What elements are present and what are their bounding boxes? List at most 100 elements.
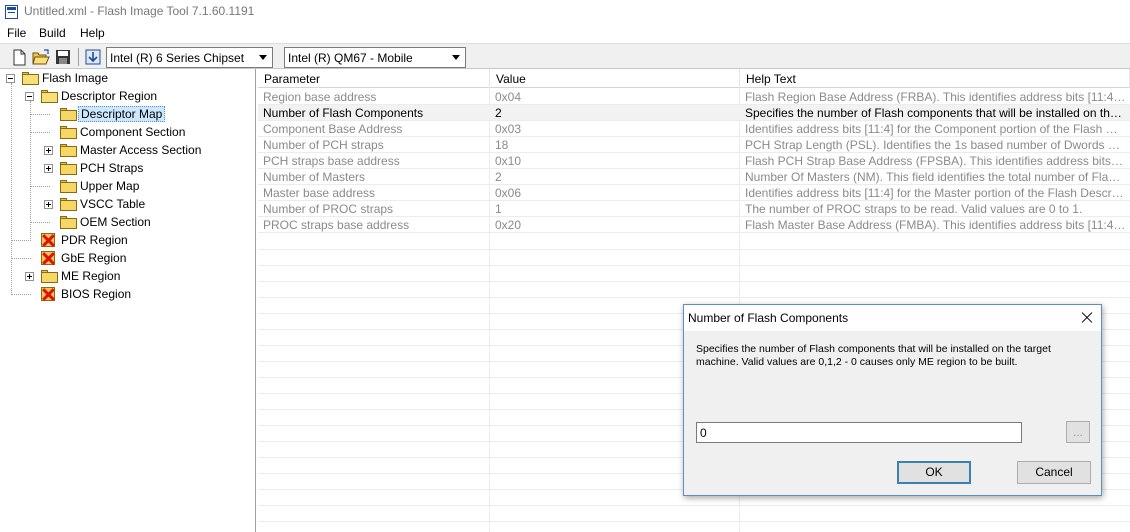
open-file-button[interactable] [31,47,51,67]
folder-icon [60,162,77,175]
value-input[interactable] [698,424,1020,441]
tree-connector [30,101,31,241]
expand-icon[interactable] [44,146,53,155]
menu-file[interactable]: File [7,26,26,40]
cell-value: 18 [495,138,509,152]
grid-line [258,281,1130,282]
grid-header: Parameter Value Help Text [258,69,1130,88]
tree-connector [30,132,50,133]
expand-icon[interactable] [44,164,53,173]
menu-bar: File Build Help [0,24,1130,43]
cell-value: 0x10 [495,154,522,168]
cell-help-text: PCH Strap Length (PSL). Identifies the 1… [745,138,1126,152]
cell-value: 2 [495,170,502,184]
toolbar: Intel (R) 6 Series Chipset Intel (R) QM6… [0,43,1130,69]
tree-connector [11,83,12,295]
new-file-icon [13,49,26,66]
cell-value: 0x06 [495,186,522,200]
cell-parameter: PCH straps base address [263,154,400,168]
folder-open-icon [41,90,58,103]
column-header-help-text[interactable]: Help Text [740,69,1130,88]
dialog-description-line: machine. Valid values are 0,1,2 - 0 caus… [696,356,1018,368]
sku-select-value: Intel (R) QM67 - Mobile [288,51,413,65]
folder-open-icon [22,72,39,85]
cell-value: 0x20 [495,218,522,232]
cell-value: 1 [495,202,502,216]
cell-value: 2 [495,106,502,120]
cell-parameter: Number of Masters [263,170,366,184]
cell-help-text: Specifies the number of Flash components… [745,106,1126,120]
save-button[interactable] [53,47,73,67]
value-input-box[interactable] [696,422,1022,443]
cell-value: 0x03 [495,122,522,136]
cell-parameter: Region base address [263,90,377,104]
tree-item-label: ME Region [61,269,121,283]
table-row[interactable]: PCH straps base address 0x10 Flash PCH S… [258,153,1130,169]
tree-connector [30,186,50,187]
tree-item-label: PCH Straps [80,161,144,175]
cell-help-text: Number Of Masters (NM). This field ident… [745,170,1126,184]
table-row[interactable]: Number of Flash Components 2 Specifies t… [258,105,1130,121]
column-header-parameter[interactable]: Parameter [258,69,490,88]
new-file-button[interactable] [9,47,29,67]
chipset-select-value: Intel (R) 6 Series Chipset [110,51,245,65]
disabled-region-icon [41,233,55,247]
folder-icon [41,270,58,283]
collapse-icon[interactable] [6,74,15,83]
expand-icon[interactable] [25,272,34,281]
cell-value: 0x04 [495,90,522,104]
tree-connector [11,258,31,259]
table-row[interactable]: Component Base Address 0x03 Identifies a… [258,121,1130,137]
open-folder-icon [32,49,50,65]
table-row[interactable]: Number of PCH straps 18 PCH Strap Length… [258,137,1130,153]
cell-parameter: Number of Flash Components [263,106,424,120]
chevron-down-icon[interactable] [255,48,272,67]
build-image-button[interactable] [83,47,103,67]
tree-item-label: VSCC Table [80,197,146,211]
table-row[interactable]: Number of Masters 2 Number Of Masters (N… [258,169,1130,185]
collapse-icon[interactable] [25,92,34,101]
grid-line [258,505,1130,506]
tree-item-label: Component Section [80,125,186,139]
menu-help[interactable]: Help [80,26,105,40]
browse-button[interactable]: ... [1066,421,1090,443]
table-row[interactable]: Number of PROC straps 1 The number of PR… [258,201,1130,217]
window-title: Untitled.xml - Flash Image Tool 7.1.60.1… [24,4,255,18]
dialog-description: Specifies the number of Flash components… [696,343,1076,369]
tree-connector [30,222,50,223]
table-row[interactable]: PROC straps base address 0x20 Flash Mast… [258,217,1130,233]
folder-icon [60,144,77,157]
cell-parameter: Number of PCH straps [263,138,384,152]
cancel-button[interactable]: Cancel [1017,461,1091,484]
ok-button[interactable]: OK [897,461,971,484]
folder-icon [60,198,77,211]
cell-help-text: Flash Region Base Address (FRBA). This i… [745,90,1126,104]
dialog-title-bar: Number of Flash Components [684,305,1101,331]
chipset-select[interactable]: Intel (R) 6 Series Chipset [106,47,273,68]
flash-components-dialog: Number of Flash Components Specifies the… [683,304,1102,496]
tree-item-label: Descriptor Region [61,89,158,103]
cell-parameter: Component Base Address [263,122,403,136]
folder-icon [60,108,77,121]
table-row[interactable]: Master base address 0x06 Identifies addr… [258,185,1130,201]
app-icon [5,5,18,19]
menu-build[interactable]: Build [39,26,66,40]
column-header-value[interactable]: Value [490,69,740,88]
chevron-down-icon[interactable] [448,48,465,67]
tree-view[interactable]: Flash Image Descriptor Region Descriptor… [0,69,256,532]
grid-line [258,249,1130,250]
sku-select[interactable]: Intel (R) QM67 - Mobile [284,47,466,68]
close-icon[interactable] [1077,308,1097,328]
build-icon [85,49,101,65]
column-header-label: Help Text [746,72,796,86]
cell-help-text: Flash Master Base Address (FMBA). This i… [745,218,1126,232]
folder-icon [60,216,77,229]
expand-icon[interactable] [44,200,53,209]
table-row[interactable]: Region base address 0x04 Flash Region Ba… [258,89,1130,105]
tree-connector [11,294,31,295]
cell-parameter: Master base address [263,186,376,200]
tree-item-label: Descriptor Map [78,106,166,122]
tree-item-label: Master Access Section [80,143,202,157]
folder-icon [60,126,77,139]
cell-parameter: PROC straps base address [263,218,410,232]
